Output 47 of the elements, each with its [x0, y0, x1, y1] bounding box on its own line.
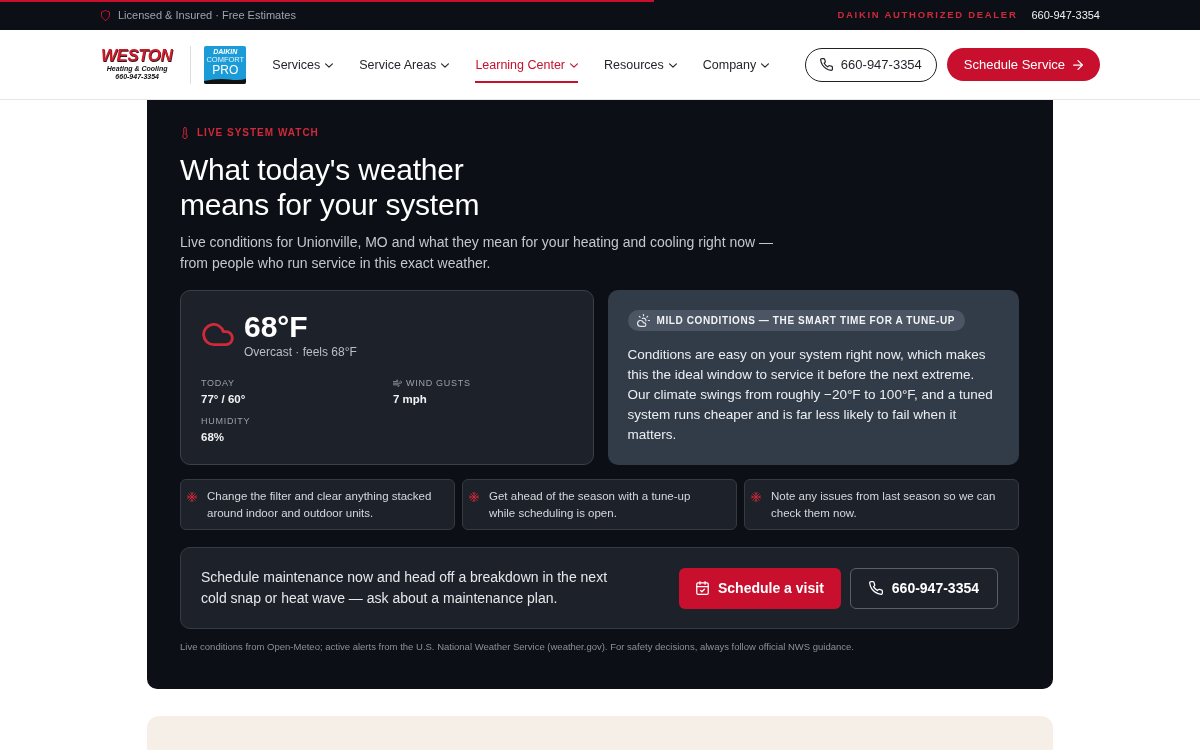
wind-icon [393, 379, 402, 387]
snowflake-icon [469, 492, 479, 502]
schedule-visit-button[interactable]: Schedule a visit [679, 567, 841, 609]
tip-text: Change the filter and clear anything stacked around indoor and outdoor units. [207, 489, 433, 521]
chevron-down-icon [325, 63, 334, 68]
stat-value: 7 mph [393, 392, 428, 407]
dealer-label: DAIKIN AUTHORIZED DEALER [837, 7, 1018, 22]
phone-button[interactable]: 660-947-3354 [849, 567, 998, 609]
cloud-icon [202, 323, 234, 346]
tip-text: Get ahead of the season with a tune-up while scheduling is open. [489, 489, 692, 521]
stat-label: HUMIDITY [201, 415, 251, 427]
chevron-down-icon [761, 63, 770, 68]
sun-cloud-icon [636, 314, 650, 327]
cta-text: Schedule maintenance now and head off a breakdown in the next cold snap or heat wave — ask about a maintenance plan. [201, 568, 609, 608]
condition-label: MILD CONDITIONS — THE SMART TIME FOR A TUNE-UP [656, 314, 955, 328]
nav-link[interactable]: Company [702, 48, 770, 83]
stat-label: WIND GUSTS [406, 377, 471, 389]
chevron-down-icon [570, 63, 579, 68]
stat-value: 68% [201, 430, 226, 445]
section-title: What today's weather means for your system [180, 152, 481, 222]
eyebrow-label: LIVE SYSTEM WATCH [197, 126, 319, 140]
trust-text: Licensed & Insured · Free Estimates [118, 7, 296, 23]
chevron-down-icon [668, 63, 677, 68]
phone-icon [868, 581, 883, 595]
advice-text: Conditions are easy on your system right now, which makes this the ideal window to service it before the next extreme. Our climate swings from roughly −20°F to 100°F, and a tuned system runs cheaper and is far less likely to fail when it matters. [627, 346, 994, 444]
weather-summary: Overcast · feels 68°F [244, 344, 357, 361]
thermometer-icon [182, 127, 188, 139]
calendar-icon [696, 581, 709, 595]
nav-link[interactable]: Service Areas [359, 48, 450, 83]
phone-button[interactable]: 660-947-3354 [804, 47, 937, 82]
section-subtitle: Live conditions for Unionville, MO and what they mean for your heating and cooling right now — from people who run service in this exact weather. [180, 233, 774, 273]
phone-link[interactable]: 660-947-3354 [1031, 6, 1100, 24]
stat-value: 77° / 60° [201, 392, 247, 407]
shield-icon [101, 9, 110, 21]
nav-link[interactable]: Resources [604, 48, 677, 83]
schedule-service-button[interactable]: Schedule Service [946, 48, 1100, 81]
source-footnote: Live conditions from Open-Meteo; active alerts from the U.S. National Weather Service (weather.gov). For safety decisions, always follow official NWS guidance. [180, 641, 855, 653]
phone-icon [819, 58, 833, 71]
tip-text: Note any issues from last season so we can check them now. [771, 489, 997, 521]
snowflake-icon [751, 492, 761, 502]
arrow-right-icon [1073, 59, 1083, 70]
chevron-down-icon [441, 63, 450, 68]
temperature: 68°F [244, 311, 309, 343]
snowflake-icon [187, 492, 197, 502]
stat-label: TODAY [201, 377, 235, 389]
nav-link[interactable]: Services [272, 48, 334, 83]
nav-link[interactable]: Learning Center [475, 48, 579, 83]
